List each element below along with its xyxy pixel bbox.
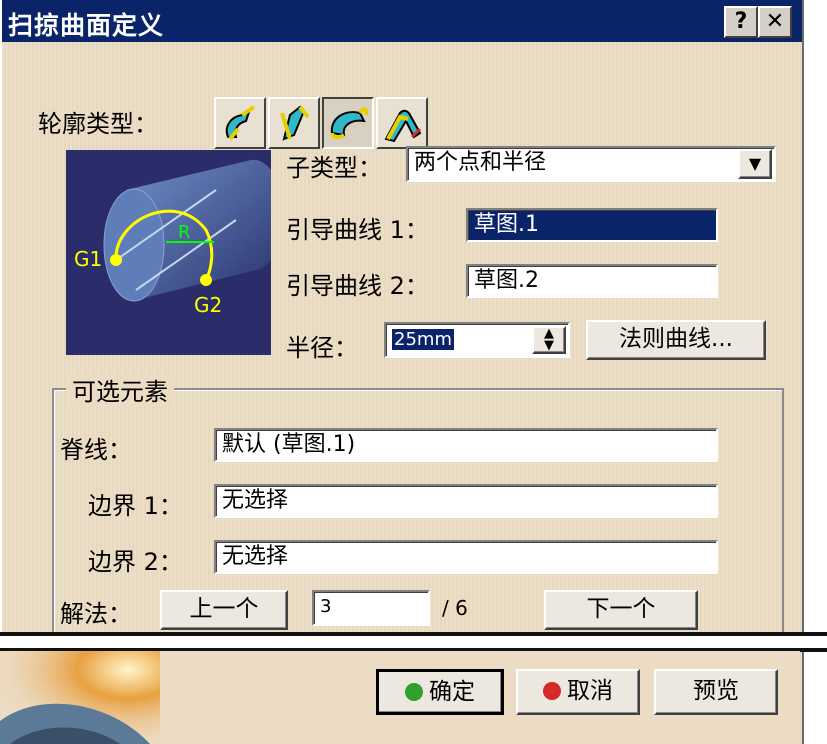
solution-field[interactable]: 3 — [312, 590, 430, 626]
sweep-explicit-icon — [225, 105, 256, 141]
cancel-button[interactable]: 取消 — [516, 669, 640, 715]
optional-elements-title: 可选元素 — [66, 372, 174, 407]
ok-icon — [405, 683, 423, 701]
profile-type-circle-button[interactable] — [322, 97, 374, 149]
previous-button[interactable]: 上一个 — [160, 590, 288, 630]
guide-curve1-field[interactable]: 草图.1 — [466, 208, 718, 242]
profile-type-conic-button[interactable] — [376, 97, 428, 149]
g1-label: G1 — [74, 247, 102, 271]
spine-field[interactable]: 默认 (草图.1) — [214, 428, 718, 462]
boundary1-field[interactable]: 无选择 — [214, 484, 718, 518]
dropdown-arrow-button[interactable]: ▼ — [738, 149, 772, 179]
guide-curve1-label: 引导曲线 1： — [286, 216, 429, 244]
preview-image: G1 G2 R — [66, 150, 284, 355]
boundary2-field[interactable]: 无选择 — [214, 540, 718, 574]
ok-button[interactable]: 确定 — [376, 669, 504, 715]
footer: 确定 取消 预览 — [0, 651, 800, 744]
next-button[interactable]: 下一个 — [544, 590, 698, 630]
radius-label: 半径： — [286, 334, 358, 362]
preview-button[interactable]: 预览 — [654, 669, 778, 715]
close-button[interactable]: ✕ — [758, 6, 792, 38]
subtype-value: 两个点和半径 — [414, 150, 547, 175]
help-button[interactable]: ? — [724, 6, 758, 38]
profile-type-explicit-button[interactable] — [214, 97, 266, 149]
guide-curve2-field[interactable]: 草图.2 — [466, 264, 718, 298]
radius-spinner[interactable]: ▲ ▼ — [532, 326, 566, 354]
profile-type-label: 轮廓类型： — [38, 110, 158, 138]
spine-label: 脊线： — [60, 436, 132, 464]
sweep-line-icon — [280, 105, 310, 141]
separator-line-top — [0, 632, 827, 636]
radius-value: 25mm — [392, 329, 454, 350]
globe-logo-icon — [0, 651, 160, 744]
subtype-dropdown[interactable]: 两个点和半径 — [406, 146, 776, 182]
sweep-conic-icon — [384, 109, 422, 143]
subtype-label: 子类型： — [286, 154, 382, 182]
profile-type-line-button[interactable] — [268, 97, 320, 149]
sweep-circle-icon — [330, 107, 369, 140]
cancel-icon — [543, 682, 561, 700]
solution-total: / 6 — [442, 596, 468, 620]
ok-label: 确定 — [429, 679, 475, 705]
guide-curve2-label: 引导曲线 2： — [286, 272, 429, 300]
cancel-label: 取消 — [567, 678, 613, 704]
window-title: 扫掠曲面定义 — [8, 11, 165, 40]
separator-gap — [0, 634, 827, 648]
boundary1-label: 边界 1： — [88, 492, 183, 520]
r-label: R — [178, 222, 191, 243]
title-bar: 扫掠曲面定义 ? ✕ — [2, 0, 802, 42]
cylinder-preview-icon: G1 G2 R — [74, 159, 284, 317]
solution-label: 解法： — [60, 600, 132, 628]
boundary2-label: 边界 2： — [88, 548, 183, 576]
g2-label: G2 — [194, 293, 222, 317]
law-curve-button[interactable]: 法则曲线... — [586, 320, 766, 360]
